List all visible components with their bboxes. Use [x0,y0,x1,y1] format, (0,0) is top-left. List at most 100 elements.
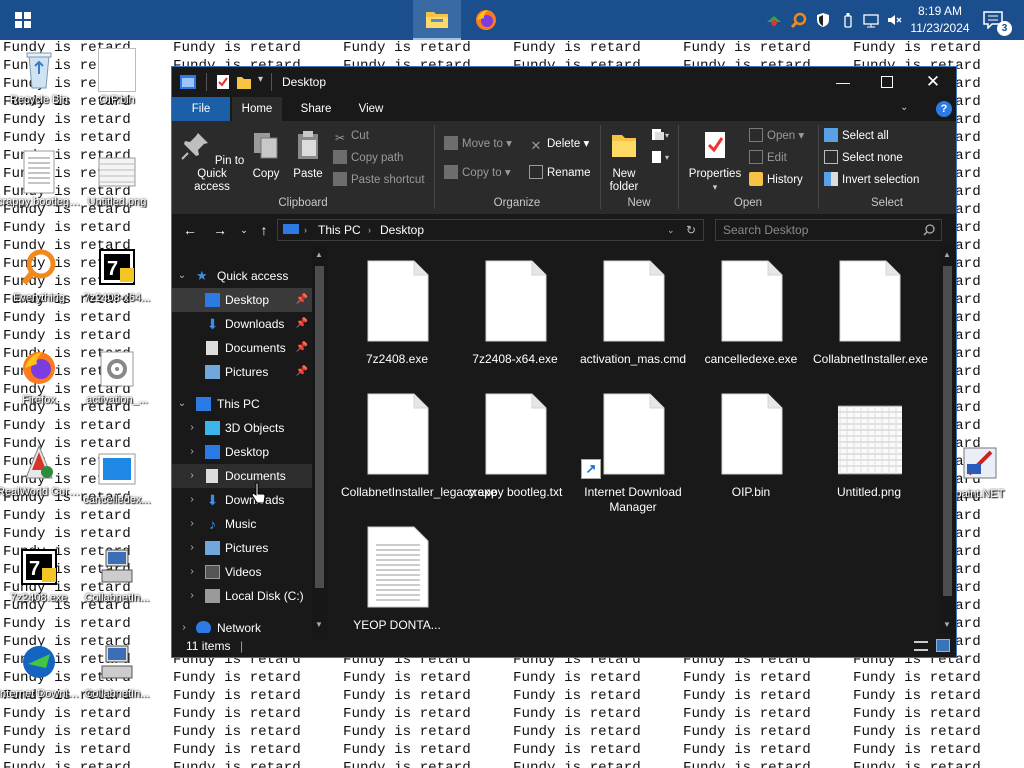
address-bar[interactable]: › This PC › Desktop ⌄ ↻ [277,219,704,241]
tab-share[interactable]: Share [292,97,340,121]
clock[interactable]: 8:19 AM 11/23/2024 [904,3,976,37]
nav-music[interactable]: › ♪ Music [172,512,312,536]
copy-path-button[interactable]: Copy path [333,149,403,167]
nav-network[interactable]: › Network [172,616,312,633]
content-scrollbar[interactable]: ▲ ▼ [939,246,956,633]
nav-pictures[interactable]: › Pictures [172,536,312,560]
taskbar-file-explorer[interactable] [413,0,461,40]
refresh-icon[interactable]: ↻ [686,220,696,240]
file-item[interactable]: 7z2408.exe [341,254,453,384]
select-none-button[interactable]: Select none [824,149,903,167]
nav-scrollbar-thumb[interactable] [315,266,324,588]
nav-qa-documents[interactable]: Documents 📌 [172,336,312,360]
desktop-icon-7z-x64[interactable]: 7 7z2408-x64... [79,246,155,308]
maximize-button[interactable] [864,67,910,97]
up-button[interactable]: ↑ [254,222,274,238]
nav-videos[interactable]: › Videos [172,560,312,584]
history-button[interactable]: History [749,171,803,189]
file-item[interactable]: CollabnetInstaller_legacy.exe [341,387,497,517]
file-item[interactable]: activation_mas.cmd [577,254,689,384]
open-button[interactable]: Open ▾ [749,127,804,145]
properties-button[interactable]: Properties ▾ [684,129,746,194]
network-icon[interactable] [863,12,879,28]
details-view-icon[interactable] [914,641,928,651]
file-item[interactable]: Untitled.png [813,387,925,517]
search-input[interactable]: Search Desktop [723,220,808,240]
copy-button[interactable]: Copy [248,129,284,181]
paste-shortcut-button[interactable]: Paste shortcut [333,171,425,189]
desktop-icon-recycle-bin[interactable]: Recycle Bin [1,48,77,110]
help-icon[interactable]: ? [936,101,952,117]
desktop-icon-everything[interactable]: Everything [1,246,77,308]
select-all-button[interactable]: Select all [824,127,889,145]
search-box[interactable]: Search Desktop [715,219,942,241]
desktop-icon-oip-bin[interactable]: OIP.bin [79,48,155,110]
delete-button[interactable]: ✕ Delete ▾ [529,135,590,153]
nav-desktop[interactable]: › Desktop [172,440,312,464]
file-item[interactable]: crappy bootleg.txt [459,387,571,517]
scroll-up-icon[interactable]: ▲ [315,250,323,259]
nav-downloads[interactable]: › ⬇ Downloads [172,488,312,512]
scroll-up-icon[interactable]: ▲ [943,250,951,259]
desktop-icon-firefox[interactable]: Firefox [1,348,77,410]
large-icons-view-icon[interactable] [936,639,950,652]
desktop-icon-7z[interactable]: 7 7z2408.exe [1,546,77,608]
shield-icon[interactable] [815,12,831,28]
rename-button[interactable]: Rename [529,164,590,182]
desktop-icon-collabnet[interactable]: CollabnetIn... [79,546,155,608]
breadcrumb-this-pc[interactable]: This PC [318,220,361,240]
breadcrumb-desktop[interactable]: Desktop [380,220,424,240]
new-item-icon[interactable]: ▾ [650,127,672,143]
forward-button[interactable]: → [210,222,230,238]
desktop-icon-untitled-png[interactable]: Untitled.png [79,150,155,212]
content-scrollbar-thumb[interactable] [943,266,952,596]
scroll-down-icon[interactable]: ▼ [315,620,323,629]
desktop-icon-crappy-bootleg[interactable]: crappy bootleg.txt [0,150,81,212]
nav-scrollbar[interactable]: ▲ ▼ [312,246,327,633]
usb-icon[interactable] [840,12,856,28]
nav-qa-desktop[interactable]: Desktop 📌 [172,288,312,312]
minimize-button[interactable]: — [820,67,866,97]
file-item[interactable]: ↗ Internet Download Manager [577,387,689,517]
nav-qa-downloads[interactable]: ⬇ Downloads 📌 [172,312,312,336]
nav-quick-access[interactable]: ⌄ ★ Quick access [172,264,312,288]
desktop-icon-activation[interactable]: activation_... [79,348,155,410]
close-button[interactable]: ✕ [910,67,956,97]
cut-button[interactable]: ✂ Cut [333,127,369,145]
volume-muted-icon[interactable] [886,12,902,28]
properties-qat-icon[interactable] [216,74,230,90]
new-folder-qat-icon[interactable] [236,74,252,90]
ribbon-collapse-icon[interactable]: ⌄ [900,102,908,113]
search-tray-icon[interactable] [791,12,807,28]
start-button[interactable] [0,0,46,40]
nav-qa-pictures[interactable]: Pictures 📌 [172,360,312,384]
desktop-icon-realworld[interactable]: RealWorld Cursor Editor [0,440,81,502]
file-item[interactable]: OIP.bin [695,387,807,517]
nav-3d-objects[interactable]: › 3D Objects [172,416,312,440]
copy-to-button[interactable]: Copy to ▾ [444,164,511,182]
network-share-icon[interactable] [766,12,782,28]
notification-center-button[interactable]: 3 [980,6,1012,36]
file-item[interactable]: 7z2408-x64.exe [459,254,571,384]
nav-this-pc[interactable]: ⌄ This PC [172,392,312,416]
desktop-icon-idm[interactable]: Internet Downlo... [0,642,81,704]
edit-button[interactable]: Edit [749,149,787,167]
move-to-button[interactable]: Move to ▾ [444,135,512,153]
tab-file[interactable]: File [172,97,230,121]
easy-access-icon[interactable]: ▾ [650,149,672,165]
desktop-icon-collabnet-2[interactable]: CollabnetIn... [79,642,155,704]
nav-documents[interactable]: › Documents [172,464,312,488]
back-button[interactable]: ← [180,222,200,238]
desktop-icon-cancelledexe[interactable]: cancelledex... [79,448,155,510]
pin-to-quick-access-button[interactable]: Pin to Quick access [178,129,246,194]
address-dropdown-icon[interactable]: ⌄ [667,220,675,240]
taskbar-firefox[interactable] [462,0,510,40]
file-item[interactable]: YEOP DONTA... [341,520,453,633]
file-item[interactable]: CollabnetInstaller.exe [813,254,928,384]
tab-home[interactable]: Home [232,97,282,121]
paste-button[interactable]: Paste [288,129,328,181]
file-item[interactable]: cancelledexe.exe [695,254,807,384]
recent-locations-button[interactable]: ⌄ [234,222,254,238]
scroll-down-icon[interactable]: ▼ [943,620,951,629]
tab-view[interactable]: View [348,97,394,121]
